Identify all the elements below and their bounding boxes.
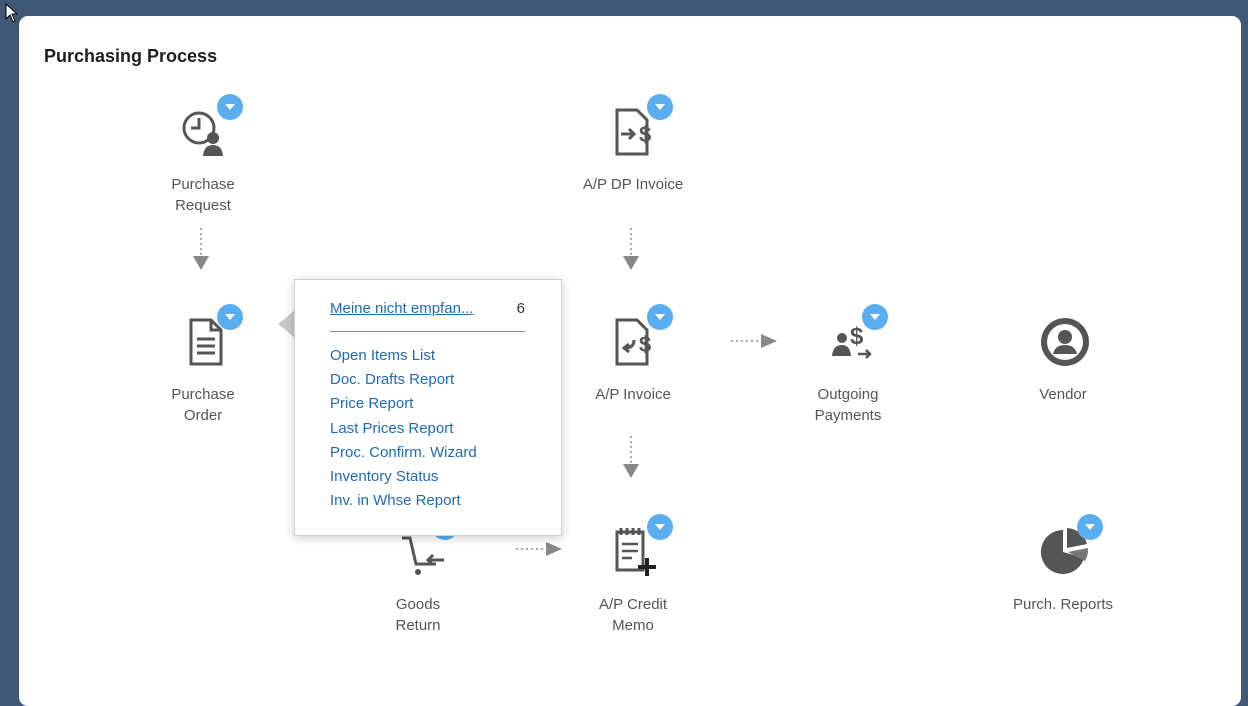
person-circle-icon (1041, 318, 1089, 366)
dropdown-chevron-icon[interactable] (217, 304, 243, 330)
node-purch-reports[interactable]: Purch. Reports (983, 514, 1143, 615)
page-title: Purchasing Process (44, 46, 218, 66)
flow-arrow-down (623, 228, 639, 270)
node-label: Purch. Reports (1012, 596, 1114, 613)
dropdown-chevron-icon[interactable] (647, 304, 673, 330)
dropdown-chevron-icon[interactable] (647, 514, 673, 540)
node-label: A/P Invoice (595, 386, 671, 403)
node-purchase-order[interactable]: Purchase Order (123, 304, 283, 426)
purchase-order-dropdown-menu: Meine nicht empfan... 6 Open Items List … (294, 279, 562, 536)
node-label: Purchase Request (171, 176, 235, 214)
node-purchase-request[interactable]: Purchase Request (123, 94, 283, 216)
popup-header-link[interactable]: Meine nicht empfan... (330, 300, 473, 317)
node-ap-credit-memo[interactable]: A/P Credit Memo (553, 514, 713, 636)
node-label: Purchase Order (171, 386, 235, 424)
node-vendor[interactable]: Vendor (983, 310, 1143, 405)
dropdown-chevron-icon[interactable] (1077, 514, 1103, 540)
menu-item-inv-in-whse-report[interactable]: Inv. in Whse Report (330, 489, 477, 513)
node-label: A/P DP Invoice (582, 176, 684, 193)
svg-text:$: $ (850, 323, 864, 350)
flow-arrow-down (623, 436, 639, 478)
popup-pointer (278, 310, 295, 338)
flow-arrow-right (731, 334, 777, 348)
svg-text:$: $ (639, 122, 651, 147)
node-label: A/P Credit Memo (598, 596, 668, 634)
dropdown-chevron-icon[interactable] (217, 94, 243, 120)
popup-divider (330, 331, 525, 332)
menu-item-proc-confirm-wizard[interactable]: Proc. Confirm. Wizard (330, 441, 477, 465)
popup-header-count: 6 (516, 300, 525, 317)
svg-text:$: $ (639, 332, 651, 357)
node-goods-return[interactable]: Goods Return (338, 514, 498, 636)
node-ap-dp-invoice[interactable]: $ A/P DP Invoice (553, 94, 713, 195)
menu-item-inventory-status[interactable]: Inventory Status (330, 465, 477, 489)
node-outgoing-payments[interactable]: $ Outgoing Payments (768, 304, 928, 426)
flow-arrow-down (193, 228, 209, 270)
node-label: Goods Return (395, 596, 441, 634)
menu-item-open-items-list[interactable]: Open Items List (330, 344, 477, 368)
mouse-cursor-icon (5, 3, 19, 23)
dropdown-chevron-icon[interactable] (647, 94, 673, 120)
popup-menu-list: Open Items List Doc. Drafts Report Price… (330, 344, 477, 513)
menu-item-doc-drafts-report[interactable]: Doc. Drafts Report (330, 368, 477, 392)
node-label: Vendor (1039, 386, 1087, 403)
node-label: Outgoing Payments (814, 386, 882, 424)
menu-item-last-prices-report[interactable]: Last Prices Report (330, 417, 477, 441)
menu-item-price-report[interactable]: Price Report (330, 392, 477, 416)
flow-arrow-right (516, 542, 562, 556)
node-ap-invoice[interactable]: $ A/P Invoice (553, 304, 713, 405)
dropdown-chevron-icon[interactable] (862, 304, 888, 330)
